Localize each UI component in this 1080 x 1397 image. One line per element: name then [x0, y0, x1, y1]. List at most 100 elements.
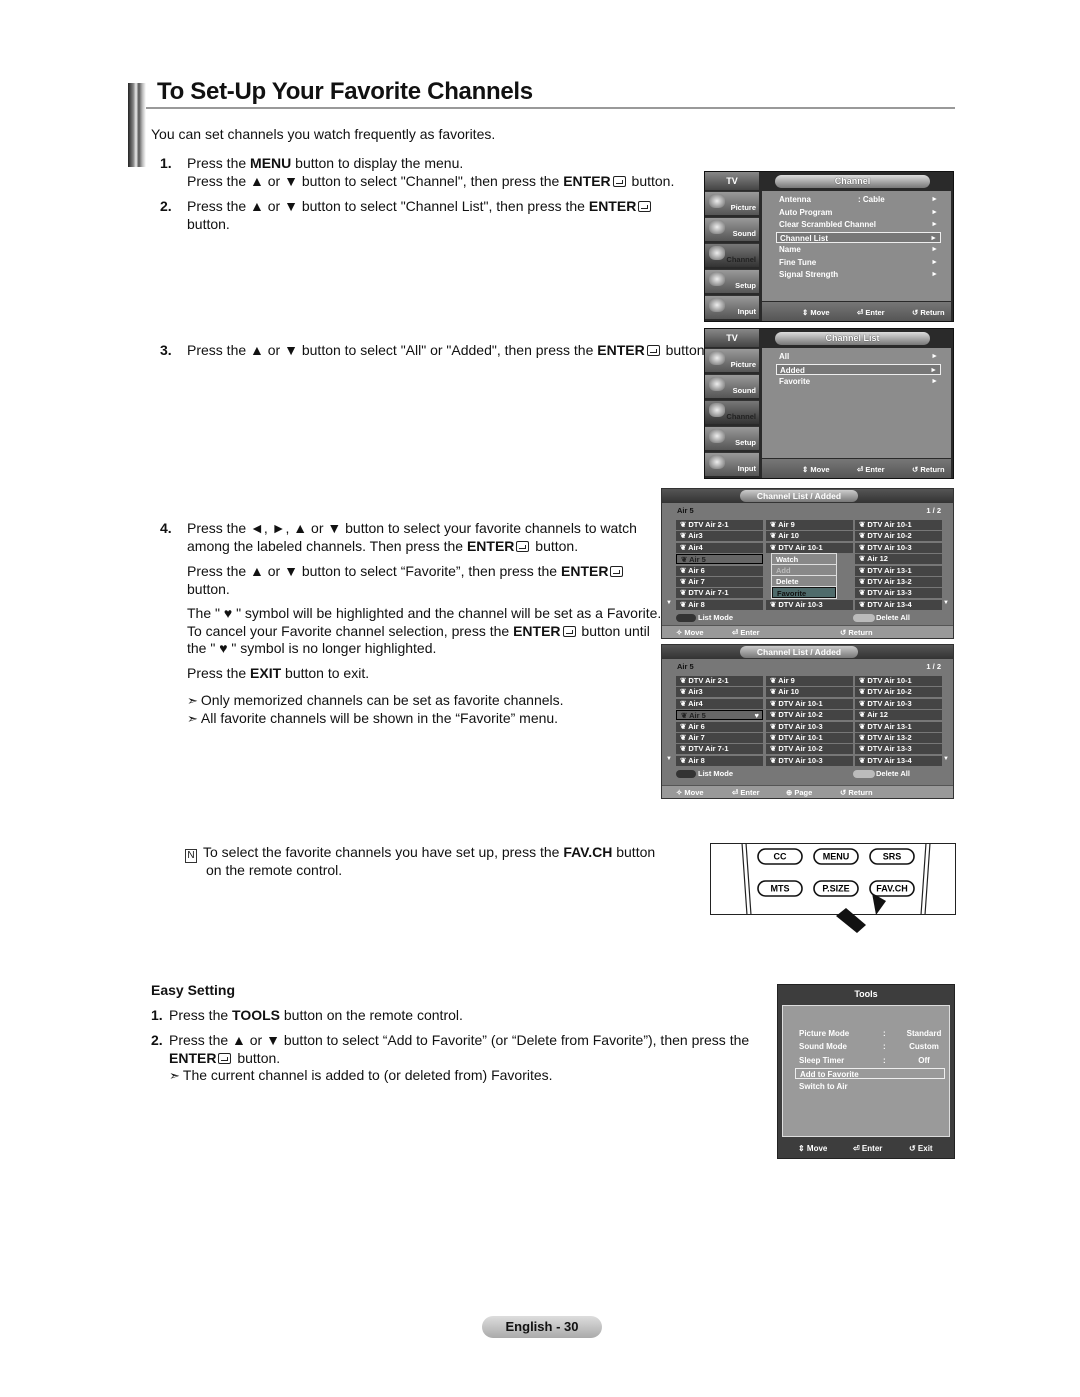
remote-button-mts[interactable]: MTS [757, 880, 803, 897]
channel-cell[interactable]: ❦ Air 7 [676, 733, 763, 743]
sidebar-item-picture[interactable]: Picture [705, 191, 759, 215]
page-hint: ⊕ Page [786, 788, 813, 797]
channel-cell[interactable]: ❦ DTV Air 13-3 [855, 744, 942, 755]
remote-button-p-size[interactable]: P.SIZE [813, 880, 859, 897]
channel-cell[interactable]: ❦ Air 8 [676, 599, 763, 610]
channel-cell[interactable]: ❦ Air 5 [676, 554, 763, 565]
channel-cell[interactable]: ❦ DTV Air 13-4 [855, 599, 942, 610]
channel-cell[interactable]: ❦ Air 9 [766, 676, 853, 686]
channel-cell[interactable]: ❦ DTV Air 10-1 [766, 733, 853, 743]
remote-illustration: CC MENU SRS MTS P.SIZE FAV.CH [710, 842, 956, 933]
tools-item[interactable]: Picture Mode: Standard [795, 1028, 945, 1039]
channel-cell[interactable]: ❦ DTV Air 2-1 [676, 520, 763, 530]
channel-cell[interactable]: ❦ DTV Air 2-1 [676, 676, 763, 686]
channel-cell[interactable]: ❦ Air 9 [766, 520, 853, 530]
intro-text: You can set channels you watch frequentl… [151, 126, 496, 142]
popup-item-delete[interactable]: Delete [772, 576, 836, 587]
tools-item[interactable]: Add to Favorite [795, 1067, 945, 1079]
remote-button-menu[interactable]: MENU [813, 848, 859, 865]
text-segment: button. [661, 342, 709, 358]
page-number: English - 30 [482, 1316, 602, 1338]
menu-item[interactable]: Channel List ► [776, 231, 941, 243]
section-bar [128, 83, 146, 167]
menu-item[interactable]: Fine Tune ► [776, 257, 941, 268]
channel-list-panel: Channel List / Added Air 5 1 / 2 ❦ DTV Air … [661, 488, 954, 639]
popup-item-watch[interactable]: Watch [772, 554, 836, 565]
channel-cell[interactable]: ❦ DTV Air 10-3 [766, 599, 853, 610]
channel-cell[interactable]: ❦ DTV Air 13-2 [855, 577, 942, 587]
channel-icon [709, 403, 725, 417]
channel-cell[interactable]: ❦ DTV Air 10-2 [766, 710, 853, 721]
sidebar-item-picture[interactable]: Picture [705, 348, 759, 372]
channel-cell[interactable]: ❦ Air 10 [766, 531, 853, 542]
popup-item-favorite[interactable]: Favorite [772, 587, 836, 598]
sidebar-item-channel[interactable]: Channel [705, 400, 759, 424]
channel-cell[interactable]: ❦ DTV Air 10-2 [855, 687, 942, 698]
channel-cell[interactable]: ❦ Air 10 [766, 687, 853, 698]
remote-note-icon: N [185, 849, 197, 863]
menu-item-label: Fine Tune [779, 257, 817, 267]
bold-text: FAV.CH [563, 844, 613, 860]
channel-cell[interactable]: ❦ DTV Air 10-1 [766, 542, 853, 553]
channel-cell[interactable]: ❦ DTV Air 13-4 [855, 755, 942, 766]
channel-cell[interactable]: ❦ Air4 [676, 542, 763, 553]
tools-item[interactable]: Sound Mode: Custom [795, 1041, 945, 1052]
remote-button-fav-ch[interactable]: FAV.CH [869, 880, 915, 897]
menu-item[interactable]: All ► [776, 351, 941, 362]
sidebar-item-setup[interactable]: Setup [705, 269, 759, 293]
enter-icon [638, 201, 652, 212]
easy-step-text: Press the ▲ or ▼ button to select “Add t… [169, 1032, 749, 1050]
bold-text: ENTER [466, 538, 515, 554]
channel-cell[interactable]: ❦ Air3 [676, 531, 763, 542]
menu-item[interactable]: Signal Strength ► [776, 269, 941, 280]
step4-text: button. [187, 581, 230, 599]
channel-cell[interactable]: ❦ DTV Air 13-1 [855, 565, 942, 576]
channel-cell[interactable]: ❦ Air 8 [676, 755, 763, 766]
sidebar-item-input[interactable]: Input [705, 452, 759, 476]
channel-cell[interactable]: ❦ DTV Air 10-3 [766, 755, 853, 766]
sidebar-item-setup[interactable]: Setup [705, 426, 759, 450]
sidebar-item-sound[interactable]: Sound [705, 374, 759, 398]
channel-cell[interactable]: ❦ DTV Air 10-1 [855, 520, 942, 530]
menu-item[interactable]: Auto Program ► [776, 207, 941, 218]
step-number: 3. [160, 342, 172, 358]
channel-cell[interactable]: ❦ DTV Air 13-3 [855, 588, 942, 599]
channel-cell[interactable]: ❦ Air 7 [676, 577, 763, 587]
menu-item[interactable]: Favorite ► [776, 376, 941, 387]
channel-cell[interactable]: ❦ DTV Air 7-1 [676, 588, 763, 599]
channel-cell[interactable]: ❦ DTV Air 10-3 [766, 721, 853, 732]
channel-cell[interactable]: ❦ DTV Air 13-2 [855, 733, 942, 743]
channel-cell[interactable]: ❦ Air 12 [855, 710, 942, 721]
channel-cell[interactable]: ❦ DTV Air 10-1 [766, 698, 853, 709]
channel-cell[interactable]: ❦ DTV Air 13-1 [855, 721, 942, 732]
menu-item[interactable]: Antenna: Cable ► [776, 194, 941, 205]
channel-cell[interactable]: ❦ DTV Air 10-1 [855, 676, 942, 686]
tools-item[interactable]: Switch to Air [795, 1081, 945, 1092]
remote-button-cc[interactable]: CC [757, 848, 803, 865]
menu-item[interactable]: Name ► [776, 244, 941, 255]
channel-cell[interactable]: ❦ Air 6 [676, 721, 763, 732]
channel-cell[interactable]: ❦ DTV Air 10-3 [855, 542, 942, 553]
channel-cell[interactable]: ❦ Air4 [676, 698, 763, 709]
channel-cell[interactable]: ❦ DTV Air 7-1 [676, 744, 763, 755]
sidebar-item-input[interactable]: Input [705, 295, 759, 319]
channel-cell[interactable]: ❦ Air3 [676, 687, 763, 698]
channel-cell[interactable]: ❦ Air 12 [855, 554, 942, 565]
sidebar-item-sound[interactable]: Sound [705, 217, 759, 241]
svg-text:CC: CC [774, 852, 787, 862]
channel-cell[interactable]: ❦ Air 6 [676, 565, 763, 576]
channel-cell[interactable]: ❦ DTV Air 10-2 [855, 531, 942, 542]
current-channel: Air 5 [677, 506, 694, 515]
sidebar-item-channel[interactable]: Channel [705, 243, 759, 267]
channel-cell[interactable]: ❦ Air 5 ♥ [676, 710, 763, 721]
channel-cell[interactable]: ❦ DTV Air 10-3 [855, 698, 942, 709]
menu-item[interactable]: Clear Scrambled Channel ► [776, 219, 941, 230]
setup-icon [709, 272, 725, 286]
channel-list-header: Channel List / Added [662, 645, 953, 659]
channel-cell[interactable]: ❦ DTV Air 10-2 [766, 744, 853, 755]
tools-item-value: Custom [909, 1042, 939, 1052]
remote-button-srs[interactable]: SRS [869, 848, 915, 865]
tools-item[interactable]: Sleep Timer: Off [795, 1055, 945, 1066]
popup-item-add[interactable]: Add [772, 565, 836, 576]
menu-item[interactable]: Added ► [776, 363, 941, 375]
